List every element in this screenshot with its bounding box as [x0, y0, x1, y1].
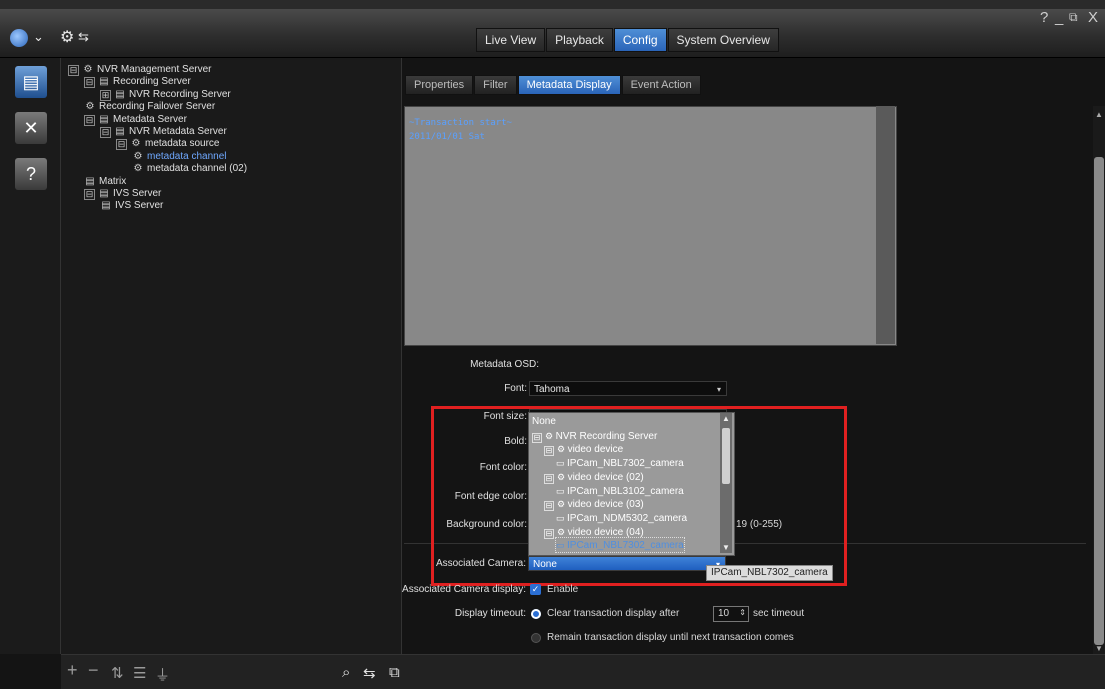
tab-config[interactable]: Config [613, 28, 667, 52]
tree-item[interactable]: ⊟ ▤ Recording Server [84, 75, 191, 89]
font-select[interactable]: Tahoma ▾ [529, 381, 727, 396]
spinner-arrows-icon[interactable]: ⇕ [739, 608, 746, 617]
tree-item-label: metadata source [145, 138, 220, 150]
chevron-down-icon[interactable]: ⌄ [33, 29, 44, 45]
tree-item-label: IVS Server [113, 188, 162, 199]
tree-toggle-icon[interactable]: ⊞ [100, 89, 111, 101]
close-button[interactable]: X [1088, 10, 1098, 25]
tab-filter[interactable]: Filter [474, 75, 517, 95]
tree-node-icon: ▤ [101, 200, 111, 212]
config-scroll-thumb[interactable] [1094, 157, 1104, 645]
tree-item[interactable]: ⚙ Recording Failover Server [84, 100, 216, 113]
tree-node-icon: ▤ [99, 188, 109, 199]
tree-node-icon: ⚙ [131, 138, 141, 150]
tab-event-action[interactable]: Event Action [621, 75, 701, 95]
wallet-icon[interactable]: ? [15, 158, 47, 190]
tree-node-icon: ▤ [85, 175, 95, 187]
sort-icon[interactable]: ⇅ [111, 664, 124, 682]
restore-button[interactable]: ⧉ [1069, 10, 1078, 25]
tree-item-label: NVR Management Server [97, 64, 212, 75]
tree-item-label: Recording Server [113, 76, 191, 88]
tab-metadata-display[interactable]: Metadata Display [517, 75, 621, 95]
tree-item-label: IVS Server [115, 200, 164, 212]
associated-camera-display-label: Associated Camera display: [402, 584, 526, 595]
remain-display-label: Remain transaction display until next tr… [547, 632, 794, 643]
tab-live-view[interactable]: Live View [476, 28, 546, 52]
highlight-box [431, 406, 847, 586]
tree-item-label: Recording Failover Server [99, 101, 216, 113]
remain-display-radio[interactable] [531, 633, 541, 643]
enable-checkbox[interactable]: ✓ [530, 584, 541, 595]
list-icon[interactable]: ☰ [133, 664, 146, 682]
tree-item-label: metadata channel (02) [147, 163, 248, 175]
tree-node-icon: ▤ [115, 126, 125, 137]
filter-icon[interactable]: ⏚ [155, 664, 170, 685]
top-strip [0, 0, 1105, 9]
timeout-spinner[interactable]: 10 ⇕ [713, 606, 749, 622]
tree-item-label: Metadata Server [113, 113, 187, 125]
tree-node-icon: ⚙ [133, 163, 143, 175]
globe-icon[interactable] [10, 29, 28, 47]
tree-item-label: Matrix [99, 175, 127, 187]
sec-timeout-label: sec timeout [753, 608, 805, 619]
help-button[interactable]: ? [1040, 10, 1048, 25]
preview-line-transaction-start: ~Transaction start~ [409, 118, 512, 128]
tree-item-label: NVR Recording Server [129, 88, 231, 100]
tools-icon[interactable]: ✕ [15, 112, 47, 144]
server-icon[interactable]: ▤ [15, 66, 47, 98]
tree-item[interactable]: ▤ Matrix [84, 175, 126, 188]
tree-item[interactable]: ⊟ ▤ IVS Server [84, 187, 161, 200]
tree-item-label: NVR Metadata Server [129, 126, 227, 137]
preview-line-date: 2011/01/01 Sat [409, 132, 485, 142]
tab-playback[interactable]: Playback [546, 28, 613, 52]
clear-after-label: Clear transaction display after [547, 608, 680, 619]
tree-toggle-icon[interactable]: ⊟ [84, 114, 95, 126]
metadata-osd-label: Metadata OSD: [470, 359, 539, 370]
tree-item-label: metadata channel [147, 150, 227, 162]
server-tree-panel [61, 58, 402, 654]
tree-node-icon: ⚙ [85, 101, 95, 113]
settings-gear-icon[interactable]: ⚙ [60, 27, 74, 47]
tab-properties[interactable]: Properties [405, 75, 474, 95]
add-icon[interactable]: + [67, 660, 78, 681]
timeout-value: 10 [718, 608, 730, 619]
search-icon[interactable]: ⌕ [342, 664, 350, 681]
display-timeout-label: Display timeout: [454, 608, 526, 619]
tree-item[interactable]: ⚙ metadata channel (02) [132, 162, 248, 175]
tree-toggle-icon[interactable]: ⊟ [84, 189, 95, 200]
tree-node-icon: ▤ [115, 88, 125, 100]
clear-after-radio[interactable] [531, 609, 541, 619]
tree-item[interactable]: ⊟ ⚙ metadata source [116, 137, 220, 151]
tree-item[interactable]: ⊟ ⚙ NVR Management Server [68, 63, 212, 76]
tree-node-icon: ▤ [99, 76, 109, 88]
tree-node-icon: ⚙ [133, 150, 143, 162]
link-icon[interactable]: ⇆ [78, 29, 89, 45]
tree-item[interactable]: ⊞ ▤ NVR Recording Server [100, 88, 231, 101]
enable-label: Enable [547, 584, 579, 595]
tree-toggle-icon[interactable]: ⊟ [68, 65, 79, 76]
bottom-toolbar [61, 654, 1105, 689]
tree-item[interactable]: ▤ IVS Server [100, 199, 163, 212]
scroll-up-icon[interactable]: ▲ [1095, 110, 1103, 119]
scroll-down-icon[interactable]: ▼ [1095, 644, 1103, 653]
tree-node-icon: ⚙ [83, 64, 93, 75]
refresh-link-icon[interactable]: ⇆ [363, 664, 376, 682]
main-nav-tabs: Live View Playback Config System Overvie… [476, 28, 780, 52]
copy-icon[interactable]: ⧉ [389, 664, 400, 681]
tab-system-overview[interactable]: System Overview [667, 28, 779, 52]
config-tabs: Properties Filter Metadata Display Event… [405, 75, 702, 95]
font-label: Font: [504, 383, 527, 394]
minimize-button[interactable]: _ [1055, 10, 1063, 25]
tree-toggle-icon[interactable]: ⊟ [84, 77, 95, 89]
remove-icon[interactable]: − [88, 660, 99, 681]
tree-item[interactable]: ⊟ ▤ NVR Metadata Server [100, 125, 227, 138]
osd-preview [404, 106, 897, 346]
tree-node-icon: ▤ [99, 113, 109, 125]
preview-side-strip [876, 106, 895, 344]
left-icon-rail [0, 58, 61, 654]
tree-item[interactable]: ⊟ ▤ Metadata Server [84, 113, 187, 126]
tree-item[interactable]: ⚙ metadata channel [132, 150, 227, 163]
tree-toggle-icon[interactable]: ⊟ [100, 127, 111, 138]
tree-toggle-icon[interactable]: ⊟ [116, 139, 127, 151]
